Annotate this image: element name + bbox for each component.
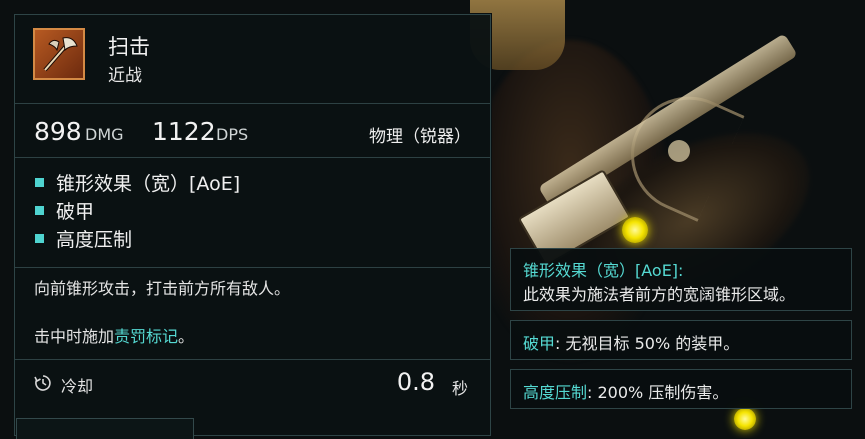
next-tooltip-tab	[16, 418, 194, 439]
keyword-tooltip-text: : 无视目标 50% 的装甲。	[555, 334, 740, 353]
ability-category: 近战	[108, 66, 142, 86]
ability-name: 扫击	[108, 35, 150, 59]
weapon-light-bottom	[734, 408, 756, 430]
mark-link[interactable]: 责罚标记	[114, 327, 178, 346]
tooltip-header: 扫击 近战	[15, 15, 490, 104]
damage-unit: DMG	[85, 125, 124, 144]
description-line: 向前锥形攻击，打击前方所有敌人。	[34, 279, 291, 298]
bullet-icon	[35, 234, 44, 243]
weapon-light-top	[622, 217, 648, 243]
keyword-item[interactable]: 锥形效果（宽）[AoE]	[35, 169, 240, 196]
bullet-icon	[35, 178, 44, 187]
keyword-tooltip-suppression: 高度压制: 200% 压制伤害。	[510, 369, 852, 409]
keyword-list: 锥形效果（宽）[AoE] 破甲 高度压制	[15, 157, 490, 268]
axe-icon	[43, 37, 78, 72]
keyword-tooltip-text: : 200% 压制伤害。	[587, 383, 729, 402]
keyword-label: 破甲	[56, 201, 95, 223]
keyword-tooltip-text: 此效果为施法者前方的宽阔锥形区域。	[523, 285, 796, 304]
ability-description: 向前锥形攻击，打击前方所有敌人。 击中时施加责罚标记。	[15, 267, 490, 360]
damage-type: 物理（锐器）	[369, 127, 471, 147]
keyword-tooltip-line: 破甲: 无视目标 50% 的装甲。	[523, 330, 739, 354]
keyword-tooltip-line: 高度压制: 200% 压制伤害。	[523, 379, 728, 403]
cooldown-value: 0.8	[396, 368, 435, 396]
description-line: 击中时施加责罚标记。	[34, 323, 194, 347]
description-text: 击中时施加	[34, 327, 115, 346]
dps-unit: DPS	[216, 125, 249, 144]
axe-ability-icon[interactable]	[33, 28, 85, 80]
bullet-icon	[35, 206, 44, 215]
keyword-tooltip-name: 破甲	[523, 334, 556, 353]
keyword-tooltip-name: 高度压制	[523, 383, 588, 402]
dps-value: 1122	[152, 117, 216, 146]
cooldown-label: 冷却	[61, 377, 94, 396]
cooldown-unit: 秒	[451, 379, 468, 398]
description-text: 。	[178, 327, 195, 346]
keyword-tooltip-name: 锥形效果（宽）[AoE]:	[523, 261, 684, 280]
cooldown-row: 冷却 0.8 秒	[15, 359, 490, 409]
keyword-item[interactable]: 破甲	[35, 197, 94, 224]
ability-tooltip: 扫击 近战 898 DMG 1122 DPS 物理（锐器） 锥形效果（宽）[Ao…	[14, 14, 491, 436]
keyword-label: 高度压制	[56, 229, 133, 251]
keyword-item[interactable]: 高度压制	[35, 225, 132, 252]
skull-ornament	[668, 140, 690, 162]
keyword-tooltip-aoe: 锥形效果（宽）[AoE]: 此效果为施法者前方的宽阔锥形区域。	[510, 248, 852, 311]
stats-row: 898 DMG 1122 DPS 物理（锐器）	[15, 103, 490, 158]
cooldown-icon	[34, 375, 51, 391]
keyword-tooltip-armor-break: 破甲: 无视目标 50% 的装甲。	[510, 320, 852, 360]
damage-value: 898	[34, 117, 82, 146]
keyword-label: 锥形效果（宽）[AoE]	[56, 173, 241, 195]
